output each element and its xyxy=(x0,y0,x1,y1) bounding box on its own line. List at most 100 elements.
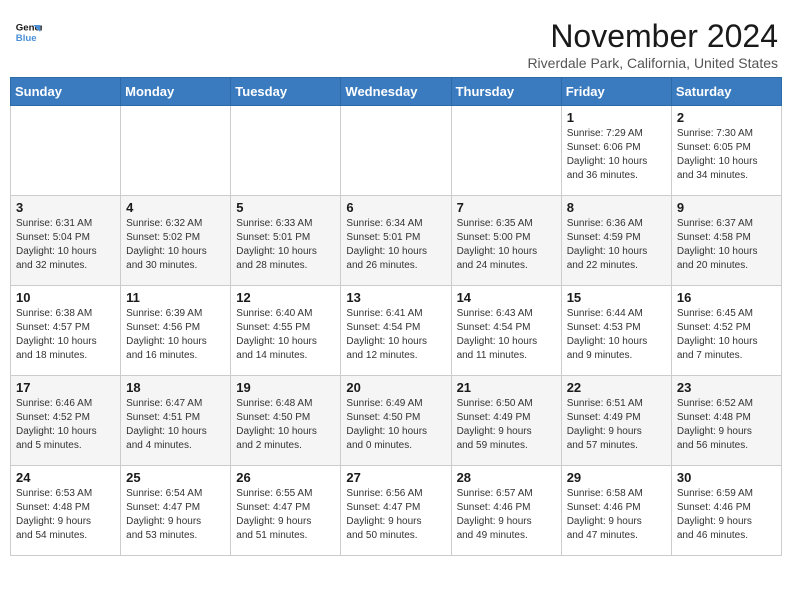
day-number: 16 xyxy=(677,290,776,305)
calendar-cell: 3 Sunrise: 6:31 AM Sunset: 5:04 PM Daylig… xyxy=(11,196,121,286)
day-info: Sunrise: 7:29 AM Sunset: 6:06 PM Dayligh… xyxy=(567,127,666,183)
calendar-cell: 16 Sunrise: 6:45 AM Sunset: 4:52 PM Dayli… xyxy=(671,286,781,376)
day-number: 8 xyxy=(567,200,666,215)
day-number: 26 xyxy=(236,470,335,485)
day-info: Sunrise: 6:58 AM Sunset: 4:46 PM Dayligh… xyxy=(567,487,666,543)
day-info: Sunrise: 6:41 AM Sunset: 4:54 PM Dayligh… xyxy=(346,307,445,363)
calendar-cell: 6 Sunrise: 6:34 AM Sunset: 5:01 PM Daylig… xyxy=(341,196,451,286)
week-row-3: 10Sunrise: 6:38 AM Sunset: 4:57 PM Dayli… xyxy=(11,286,782,376)
title-area: November 2024 Riverdale Park, California… xyxy=(527,18,778,71)
day-info: Sunrise: 6:36 AM Sunset: 4:59 PM Dayligh… xyxy=(567,217,666,273)
calendar-cell: 19 Sunrise: 6:48 AM Sunset: 4:50 PM Dayli… xyxy=(231,376,341,466)
day-info: Sunrise: 6:50 AM Sunset: 4:49 PM Dayligh… xyxy=(457,397,556,453)
calendar-cell: 26 Sunrise: 6:55 AM Sunset: 4:47 PM Dayli… xyxy=(231,466,341,556)
logo-icon: General Blue xyxy=(14,18,42,46)
day-info: Sunrise: 6:38 AM Sunset: 4:57 PM Dayligh… xyxy=(16,307,115,363)
day-number: 6 xyxy=(346,200,445,215)
day-info: Sunrise: 6:46 AM Sunset: 4:52 PM Dayligh… xyxy=(16,397,115,453)
day-number: 29 xyxy=(567,470,666,485)
day-number: 18 xyxy=(126,380,225,395)
calendar-cell xyxy=(451,106,561,196)
day-number: 28 xyxy=(457,470,556,485)
calendar-cell: 29 Sunrise: 6:58 AM Sunset: 4:46 PM Dayli… xyxy=(561,466,671,556)
day-info: Sunrise: 6:37 AM Sunset: 4:58 PM Dayligh… xyxy=(677,217,776,273)
calendar-cell: 15Sunrise: 6:44 AM Sunset: 4:53 PM Dayli… xyxy=(561,286,671,376)
calendar-cell: 20 Sunrise: 6:49 AM Sunset: 4:50 PM Dayli… xyxy=(341,376,451,466)
svg-text:Blue: Blue xyxy=(16,33,37,44)
day-info: Sunrise: 6:39 AM Sunset: 4:56 PM Dayligh… xyxy=(126,307,225,363)
calendar-cell: 9Sunrise: 6:37 AM Sunset: 4:58 PM Daylig… xyxy=(671,196,781,286)
day-info: Sunrise: 6:31 AM Sunset: 5:04 PM Dayligh… xyxy=(16,217,115,273)
day-info: Sunrise: 6:53 AM Sunset: 4:48 PM Dayligh… xyxy=(16,487,115,543)
calendar-cell xyxy=(121,106,231,196)
weekday-header-thursday: Thursday xyxy=(451,78,561,106)
day-number: 24 xyxy=(16,470,115,485)
day-number: 3 xyxy=(16,200,115,215)
day-info: Sunrise: 6:43 AM Sunset: 4:54 PM Dayligh… xyxy=(457,307,556,363)
day-number: 13 xyxy=(346,290,445,305)
day-number: 30 xyxy=(677,470,776,485)
week-row-2: 3 Sunrise: 6:31 AM Sunset: 5:04 PM Daylig… xyxy=(11,196,782,286)
location-subtitle: Riverdale Park, California, United State… xyxy=(527,55,778,71)
calendar-cell: 13 Sunrise: 6:41 AM Sunset: 4:54 PM Dayli… xyxy=(341,286,451,376)
weekday-header-wednesday: Wednesday xyxy=(341,78,451,106)
calendar-cell: 12Sunrise: 6:40 AM Sunset: 4:55 PM Dayli… xyxy=(231,286,341,376)
day-number: 2 xyxy=(677,110,776,125)
day-number: 1 xyxy=(567,110,666,125)
calendar-cell: 21Sunrise: 6:50 AM Sunset: 4:49 PM Dayli… xyxy=(451,376,561,466)
day-number: 7 xyxy=(457,200,556,215)
day-info: Sunrise: 6:57 AM Sunset: 4:46 PM Dayligh… xyxy=(457,487,556,543)
day-info: Sunrise: 6:32 AM Sunset: 5:02 PM Dayligh… xyxy=(126,217,225,273)
logo: General Blue xyxy=(14,18,42,46)
day-number: 14 xyxy=(457,290,556,305)
day-number: 20 xyxy=(346,380,445,395)
day-number: 22 xyxy=(567,380,666,395)
calendar-cell: 27 Sunrise: 6:56 AM Sunset: 4:47 PM Dayli… xyxy=(341,466,451,556)
day-info: Sunrise: 6:48 AM Sunset: 4:50 PM Dayligh… xyxy=(236,397,335,453)
calendar-cell: 1 Sunrise: 7:29 AM Sunset: 6:06 PM Daylig… xyxy=(561,106,671,196)
calendar-cell: 18 Sunrise: 6:47 AM Sunset: 4:51 PM Dayli… xyxy=(121,376,231,466)
calendar-cell: 10Sunrise: 6:38 AM Sunset: 4:57 PM Dayli… xyxy=(11,286,121,376)
day-info: Sunrise: 6:56 AM Sunset: 4:47 PM Dayligh… xyxy=(346,487,445,543)
day-number: 25 xyxy=(126,470,225,485)
day-info: Sunrise: 6:47 AM Sunset: 4:51 PM Dayligh… xyxy=(126,397,225,453)
day-info: Sunrise: 6:55 AM Sunset: 4:47 PM Dayligh… xyxy=(236,487,335,543)
day-info: Sunrise: 6:54 AM Sunset: 4:47 PM Dayligh… xyxy=(126,487,225,543)
weekday-header-saturday: Saturday xyxy=(671,78,781,106)
day-number: 19 xyxy=(236,380,335,395)
calendar-cell: 11Sunrise: 6:39 AM Sunset: 4:56 PM Dayli… xyxy=(121,286,231,376)
calendar-cell xyxy=(231,106,341,196)
calendar-cell: 17 Sunrise: 6:46 AM Sunset: 4:52 PM Dayli… xyxy=(11,376,121,466)
calendar-cell: 2Sunrise: 7:30 AM Sunset: 6:05 PM Daylig… xyxy=(671,106,781,196)
calendar-cell: 7 Sunrise: 6:35 AM Sunset: 5:00 PM Daylig… xyxy=(451,196,561,286)
day-info: Sunrise: 6:51 AM Sunset: 4:49 PM Dayligh… xyxy=(567,397,666,453)
calendar-cell: 14 Sunrise: 6:43 AM Sunset: 4:54 PM Dayli… xyxy=(451,286,561,376)
calendar-cell xyxy=(341,106,451,196)
calendar-cell: 25 Sunrise: 6:54 AM Sunset: 4:47 PM Dayli… xyxy=(121,466,231,556)
day-number: 17 xyxy=(16,380,115,395)
calendar-cell: 28 Sunrise: 6:57 AM Sunset: 4:46 PM Dayli… xyxy=(451,466,561,556)
week-row-5: 24 Sunrise: 6:53 AM Sunset: 4:48 PM Dayli… xyxy=(11,466,782,556)
day-number: 27 xyxy=(346,470,445,485)
calendar-cell: 24 Sunrise: 6:53 AM Sunset: 4:48 PM Dayli… xyxy=(11,466,121,556)
page-header: General Blue November 2024 Riverdale Par… xyxy=(10,10,782,77)
weekday-header-friday: Friday xyxy=(561,78,671,106)
calendar-cell: 5 Sunrise: 6:33 AM Sunset: 5:01 PM Daylig… xyxy=(231,196,341,286)
calendar-cell: 4Sunrise: 6:32 AM Sunset: 5:02 PM Daylig… xyxy=(121,196,231,286)
calendar-cell: 23Sunrise: 6:52 AM Sunset: 4:48 PM Dayli… xyxy=(671,376,781,466)
calendar-table: SundayMondayTuesdayWednesdayThursdayFrid… xyxy=(10,77,782,556)
day-info: Sunrise: 6:34 AM Sunset: 5:01 PM Dayligh… xyxy=(346,217,445,273)
day-info: Sunrise: 6:45 AM Sunset: 4:52 PM Dayligh… xyxy=(677,307,776,363)
weekday-header-sunday: Sunday xyxy=(11,78,121,106)
day-number: 5 xyxy=(236,200,335,215)
day-info: Sunrise: 6:35 AM Sunset: 5:00 PM Dayligh… xyxy=(457,217,556,273)
week-row-1: 1 Sunrise: 7:29 AM Sunset: 6:06 PM Daylig… xyxy=(11,106,782,196)
weekday-header-monday: Monday xyxy=(121,78,231,106)
day-number: 12 xyxy=(236,290,335,305)
day-info: Sunrise: 6:49 AM Sunset: 4:50 PM Dayligh… xyxy=(346,397,445,453)
day-info: Sunrise: 6:33 AM Sunset: 5:01 PM Dayligh… xyxy=(236,217,335,273)
day-number: 15 xyxy=(567,290,666,305)
month-title: November 2024 xyxy=(527,18,778,55)
day-number: 23 xyxy=(677,380,776,395)
weekday-header-row: SundayMondayTuesdayWednesdayThursdayFrid… xyxy=(11,78,782,106)
